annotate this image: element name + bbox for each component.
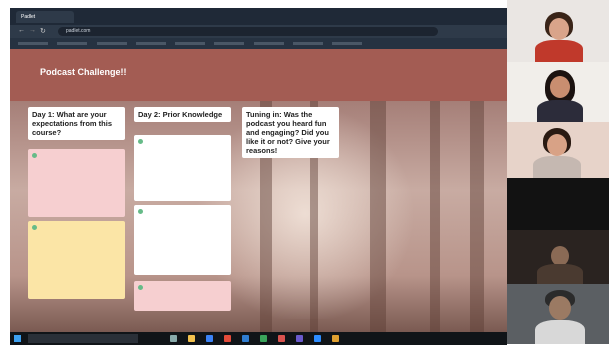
post-author [138,209,227,215]
participant-video[interactable] [507,284,609,344]
participant-video[interactable] [507,122,609,178]
post-author [138,139,227,145]
participant-face [547,134,567,156]
bookmark[interactable] [332,42,363,46]
teams-icon[interactable] [296,335,303,342]
post-card[interactable] [134,205,231,275]
reload-icon[interactable]: ↻ [40,27,46,35]
post-author [32,153,121,159]
bookmarks-bar [10,38,507,49]
participant-video[interactable] [507,62,609,122]
app-icon[interactable] [332,335,339,342]
browser-tab[interactable] [196,11,254,23]
avatar [138,209,143,215]
browser-tab[interactable] [256,11,314,23]
board-header: Podcast Challenge!! [10,49,507,101]
windows-taskbar [10,332,507,345]
background-tree [430,94,440,332]
forward-icon[interactable]: → [29,27,36,34]
edge-icon[interactable] [206,335,213,342]
bookmark[interactable] [253,42,284,46]
avatar [32,225,37,231]
url-field[interactable]: padlet.com [58,27,438,36]
file-explorer-icon[interactable] [188,335,195,342]
bookmark[interactable] [175,42,206,46]
board-title: Podcast Challenge!! [40,67,127,77]
participant-body [535,320,585,344]
windows-start-icon[interactable] [14,335,21,342]
add-column-button[interactable] [346,109,376,118]
participant-face [550,76,570,98]
participant-video[interactable] [507,230,609,284]
participant-video-panel [507,0,609,347]
browser-tab[interactable] [316,11,374,23]
bookmark[interactable] [214,42,245,46]
chrome-icon[interactable] [224,335,231,342]
participant-body [537,100,583,122]
bookmark[interactable] [57,42,88,46]
post-author [138,285,227,291]
post-card[interactable] [28,221,125,299]
powerpoint-icon[interactable] [278,335,285,342]
avatar [32,153,37,159]
background-tree [470,94,484,332]
bookmark[interactable] [292,42,323,46]
participant-body [537,264,583,284]
column-heading-3[interactable]: Tuning in: Was the podcast you heard fun… [242,107,339,158]
browser-tab[interactable] [136,11,194,23]
excel-icon[interactable] [260,335,267,342]
taskbar-search[interactable] [28,334,138,343]
browser-tab[interactable]: Padlet [16,11,74,23]
post-card[interactable] [28,149,125,217]
padlet-board: Podcast Challenge!! Day 1: What are your… [10,49,507,332]
column-heading-2[interactable]: Day 2: Prior Knowledge [134,107,231,122]
participant-face [549,18,569,40]
avatar [138,285,143,291]
background-tree [370,94,386,332]
participant-face [551,246,569,266]
task-view-icon[interactable] [170,335,177,342]
participant-video-off[interactable] [507,178,609,230]
word-icon[interactable] [242,335,249,342]
bookmark[interactable] [18,42,48,46]
bookmark[interactable] [96,42,127,46]
participant-face [549,296,571,320]
participant-body [533,156,581,178]
shared-screen: Padlet ← → ↻ padlet.com Podcast Challeng… [10,8,507,345]
post-card[interactable] [134,281,231,311]
avatar [138,139,143,145]
post-author [32,225,121,231]
back-icon[interactable]: ← [18,27,25,34]
participant-video[interactable] [507,0,609,62]
address-bar-row: ← → ↻ padlet.com [10,25,507,38]
zoom-icon[interactable] [314,335,321,342]
post-card[interactable] [134,135,231,201]
browser-tab[interactable] [76,11,134,23]
column-heading-1[interactable]: Day 1: What are your expectations from t… [28,107,125,140]
browser-tab[interactable] [376,11,446,23]
participant-body [535,40,583,62]
browser-tab-bar: Padlet [10,8,507,25]
bookmark[interactable] [135,42,166,46]
